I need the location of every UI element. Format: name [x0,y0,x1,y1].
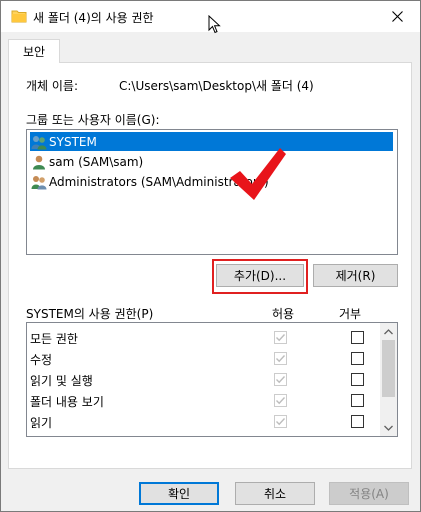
chevron-down-icon [384,425,393,431]
folder-icon [11,10,27,23]
groups-label: 그룹 또는 사용자 이름(G): [26,113,160,127]
allow-checkbox[interactable] [274,415,287,428]
close-button[interactable] [374,1,420,32]
deny-checkbox[interactable] [351,331,364,344]
allow-checkbox[interactable] [274,352,287,365]
permission-name: 수정 [30,353,53,367]
users-group-icon [31,175,47,189]
scroll-up-button[interactable] [380,323,397,340]
deny-checkbox[interactable] [351,352,364,365]
check-icon [276,334,286,342]
close-icon [391,11,403,22]
permission-row: 읽기 및 실행 [27,369,381,390]
cancel-button[interactable]: 취소 [235,482,315,505]
allow-column-header: 허용 [272,307,295,321]
scroll-down-button[interactable] [380,419,397,436]
group-name: sam (SAM\sam) [49,154,144,169]
permissions-dialog: 새 폴더 (4)의 사용 권한 보안 개체 이름: C:\Users\sam\D… [0,0,421,512]
permission-row: 읽기 [27,411,381,432]
allow-checkbox[interactable] [274,373,287,386]
window-title: 새 폴더 (4)의 사용 권한 [33,11,154,25]
object-name-value: C:\Users\sam\Desktop\새 폴더 (4) [119,79,314,93]
deny-column-header: 거부 [339,307,362,321]
tab-security-label: 보안 [22,45,46,59]
permissions-label: SYSTEM의 사용 권한(P) [26,307,154,321]
object-name-label: 개체 이름: [26,79,79,93]
permission-name: 폴더 내용 보기 [30,395,104,409]
permission-name: 모든 권한 [30,332,78,346]
deny-checkbox[interactable] [351,415,364,428]
highlight-box [212,259,308,294]
group-name: SYSTEM [49,134,97,149]
remove-button-label: 제거(R) [335,269,376,283]
security-panel: 개체 이름: C:\Users\sam\Desktop\새 폴더 (4) 그룹 … [8,62,412,469]
permission-row: 폴더 내용 보기 [27,390,381,411]
list-item[interactable]: sam (SAM\sam) [30,152,143,171]
chevron-up-icon [384,328,393,334]
deny-checkbox[interactable] [351,373,364,386]
allow-checkbox[interactable] [274,394,287,407]
apply-button[interactable]: 적용(A) [329,482,409,505]
permissions-scrollbar[interactable] [380,323,397,436]
ok-button[interactable]: 확인 [139,482,219,505]
ok-button-label: 확인 [167,487,191,501]
users-group-icon [31,135,47,149]
remove-button[interactable]: 제거(R) [313,264,398,287]
cancel-button-label: 취소 [263,487,287,501]
scroll-thumb[interactable] [382,340,395,397]
check-icon [276,418,286,426]
groups-list[interactable]: SYSTEM sam (SAM\sam) Administrators (SAM… [26,129,398,255]
permission-row: 수정 [27,348,381,369]
red-checkmark-icon [230,148,286,200]
tab-security[interactable]: 보안 [8,39,60,63]
permission-name: 읽기 및 실행 [30,374,93,388]
user-icon [33,155,45,169]
permission-row: 모든 권한 [27,327,381,348]
check-icon [276,355,286,363]
mouse-cursor-icon [208,15,221,34]
check-icon [276,397,286,405]
apply-button-label: 적용(A) [349,487,389,501]
check-icon [276,376,286,384]
deny-checkbox[interactable] [351,394,364,407]
permissions-list: 모든 권한 수정 읽기 및 실행 폴더 내용 보기 읽기 [26,322,398,437]
permission-name: 읽기 [30,416,53,430]
list-item[interactable]: SYSTEM [30,132,393,151]
allow-checkbox[interactable] [274,331,287,344]
